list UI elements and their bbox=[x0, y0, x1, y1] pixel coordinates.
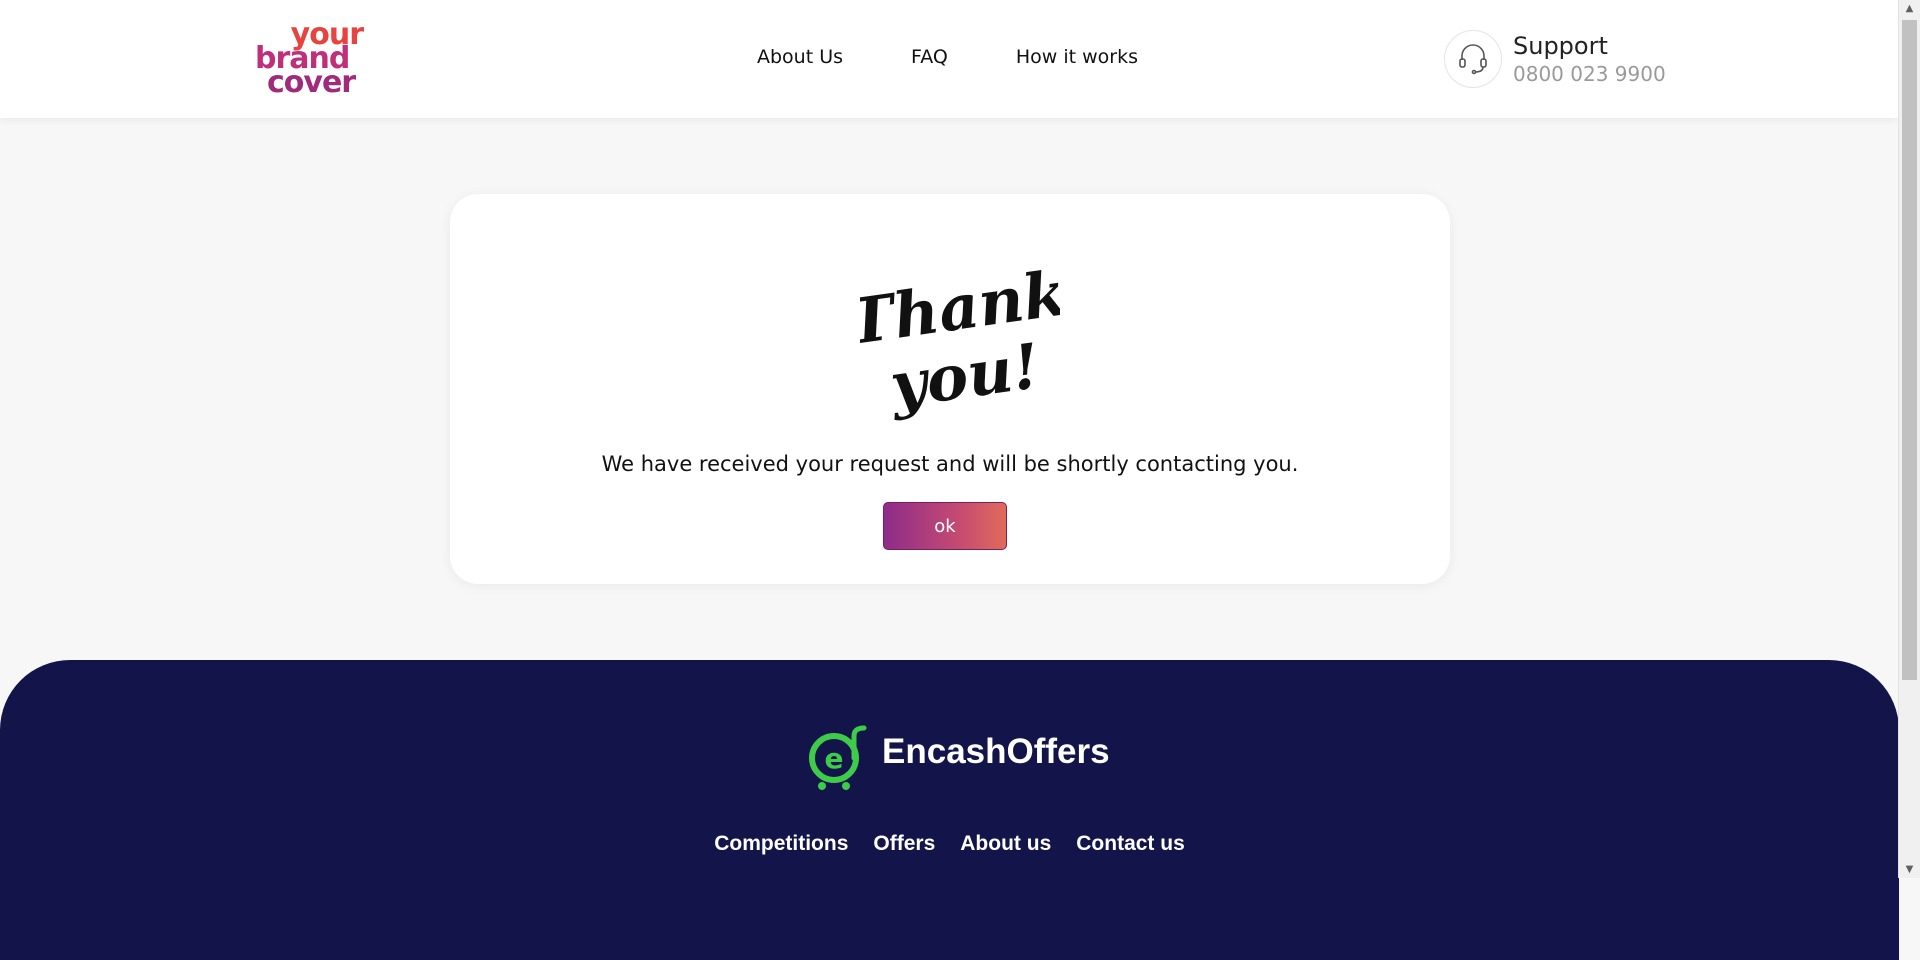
nav-faq[interactable]: FAQ bbox=[911, 46, 948, 68]
brand-name: EncashOffers bbox=[882, 732, 1110, 771]
footer-link-about-us[interactable]: About us bbox=[960, 832, 1051, 856]
logo-line-cover: cover bbox=[267, 65, 356, 100]
confirmation-message: We have received your request and will b… bbox=[601, 452, 1299, 476]
scroll-up-arrow-icon[interactable]: ▲ bbox=[1899, 0, 1920, 17]
main-nav: About Us FAQ How it works bbox=[757, 46, 1138, 68]
site-footer: e EncashOffers Competitions Offers About… bbox=[0, 660, 1899, 960]
footer-link-contact-us[interactable]: Contact us bbox=[1076, 832, 1185, 856]
nav-how-it-works[interactable]: How it works bbox=[1016, 46, 1138, 68]
yourbrandcover-logo[interactable]: your brand cover bbox=[255, 20, 365, 100]
support-contact[interactable]: Support 0800 023 9900 bbox=[1444, 30, 1684, 90]
thank-you-card: Thank you! We have received your request… bbox=[450, 194, 1450, 584]
encashoffers-cart-icon: e bbox=[809, 725, 867, 790]
thank-you-lettering: Thank you! bbox=[843, 249, 1070, 429]
svg-text:e: e bbox=[825, 742, 844, 775]
scroll-down-arrow-icon[interactable]: ▼ bbox=[1899, 861, 1920, 878]
footer-link-competitions[interactable]: Competitions bbox=[714, 832, 848, 856]
scrollbar-thumb[interactable] bbox=[1902, 20, 1917, 680]
site-header: your brand cover About Us FAQ How it wor… bbox=[0, 0, 1899, 118]
nav-about-us[interactable]: About Us bbox=[757, 46, 843, 68]
vertical-scrollbar[interactable]: ▲ ▼ bbox=[1898, 0, 1920, 878]
support-phone[interactable]: 0800 023 9900 bbox=[1513, 62, 1666, 86]
support-title: Support bbox=[1513, 32, 1608, 60]
ok-button[interactable]: ok bbox=[883, 502, 1007, 550]
headset-icon bbox=[1444, 30, 1502, 88]
footer-links: Competitions Offers About us Contact us bbox=[0, 832, 1899, 856]
footer-link-offers[interactable]: Offers bbox=[873, 832, 935, 856]
